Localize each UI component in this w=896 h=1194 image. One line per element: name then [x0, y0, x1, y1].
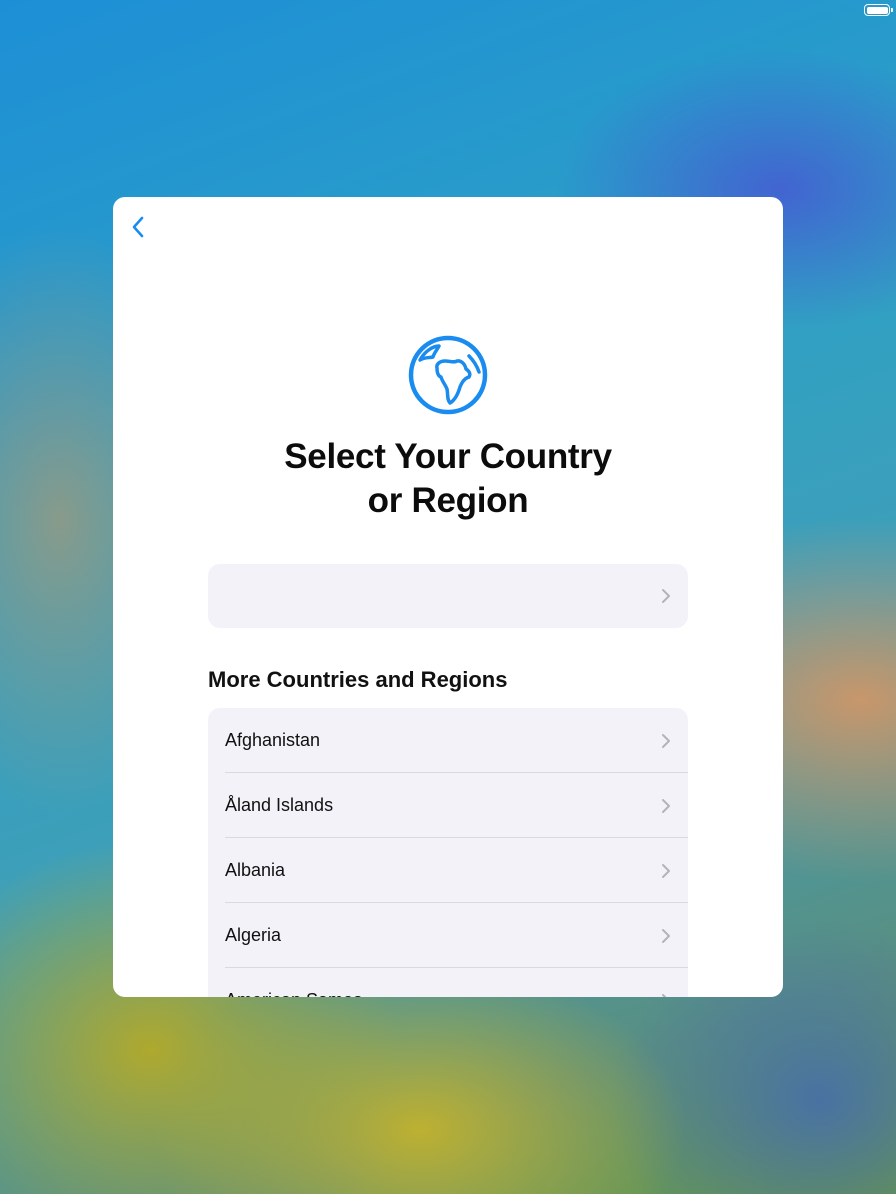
chevron-right-icon [662, 993, 667, 997]
chevron-right-icon [662, 589, 670, 603]
page-title: Select Your Country or Region [113, 435, 783, 523]
country-list[interactable]: Afghanistan Åland Islands Albania Algeri… [208, 708, 688, 997]
globe-icon [408, 335, 488, 415]
chevron-right-icon [662, 928, 670, 943]
chevron-left-icon [132, 216, 144, 238]
back-button[interactable] [123, 211, 153, 243]
country-label: Algeria [225, 925, 282, 945]
current-region-row[interactable] [208, 564, 688, 628]
title-line-1: Select Your Country [284, 437, 612, 476]
setup-card: Select Your Country or Region More Count… [113, 197, 783, 997]
section-header: More Countries and Regions [208, 667, 508, 692]
list-item[interactable]: Algeria [208, 903, 688, 968]
list-item[interactable]: Albania [208, 838, 688, 903]
chevron-right-icon [662, 798, 670, 813]
list-item[interactable]: Åland Islands [208, 773, 688, 838]
country-label: Albania [225, 860, 286, 880]
country-label: Afghanistan [225, 730, 321, 750]
battery-icon [864, 4, 893, 16]
title-line-2: or Region [367, 481, 529, 520]
country-label: American Samoa [225, 968, 363, 997]
list-item[interactable]: American Samoa [208, 968, 688, 997]
country-label: Åland Islands [225, 795, 334, 815]
list-item[interactable]: Afghanistan [208, 708, 688, 773]
chevron-right-icon [662, 733, 670, 748]
chevron-right-icon [662, 863, 670, 878]
